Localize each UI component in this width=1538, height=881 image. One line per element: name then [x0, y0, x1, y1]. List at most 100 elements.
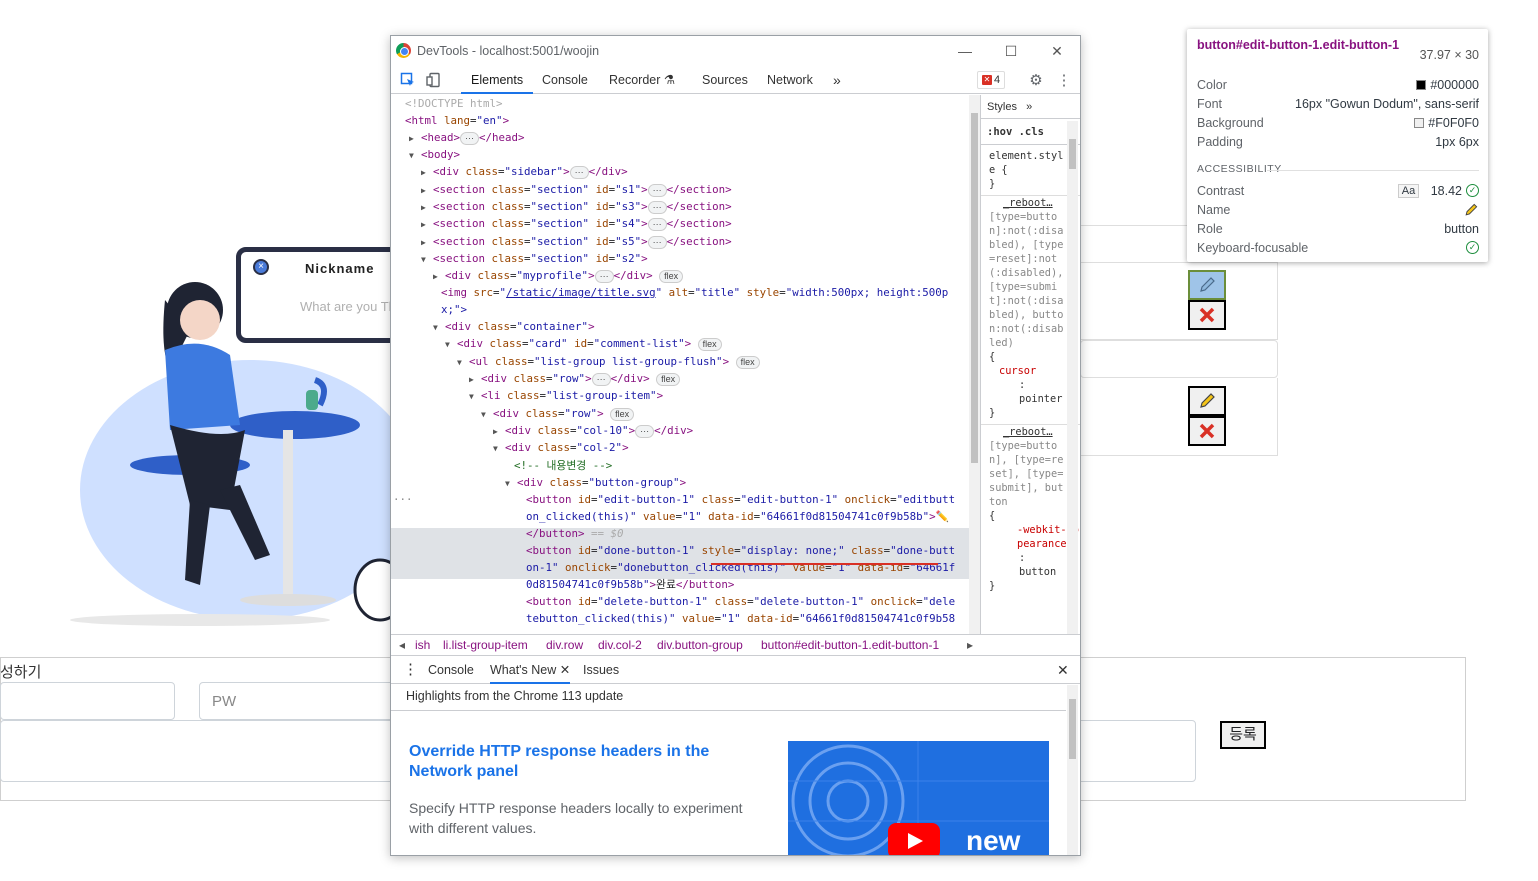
tab-styles[interactable]: Styles — [987, 101, 1017, 113]
ellipsis-badge[interactable]: ··· — [591, 373, 611, 386]
done-button-line[interactable]: <button id="done-button-1" style="displa… — [526, 542, 955, 559]
delete-button-line[interactable]: <button id="delete-button-1" class="dele… — [526, 593, 955, 610]
tab-network[interactable]: Network — [767, 66, 813, 94]
delete-button-line-2[interactable]: tebutton_clicked(this)" value="1" data-i… — [526, 610, 955, 627]
expand-arrow-icon[interactable]: ▶ — [493, 423, 505, 440]
drawer-menu-icon[interactable]: ⋮ — [403, 656, 418, 684]
feature-title-link[interactable]: Override HTTP response headers in the Ne… — [409, 742, 739, 782]
collapse-arrow-icon[interactable]: ▼ — [481, 406, 493, 423]
ellipsis-badge[interactable]: ··· — [647, 236, 667, 249]
li-line[interactable]: ▼ <li class="list-group-item"> — [469, 387, 663, 404]
styles-filter[interactable]: :hov .cls — [981, 119, 1080, 145]
row-line[interactable]: ▶ <div class="row"> ··· </div> flex — [469, 370, 681, 388]
collapse-arrow-icon[interactable]: ▼ — [457, 354, 469, 371]
drawer-tab-issues[interactable]: Issues — [583, 656, 619, 684]
flex-badge[interactable]: flex — [610, 408, 635, 421]
expand-arrow-icon[interactable]: ▶ — [421, 182, 433, 199]
ul-line[interactable]: ▼ <ul class="list-group list-group-flush"… — [457, 353, 760, 370]
drawer-tab-whats-new[interactable]: What's New ✕ — [490, 656, 571, 684]
expand-arrow-icon[interactable]: ▶ — [421, 199, 433, 216]
breadcrumb-item[interactable]: div.button-group — [657, 635, 743, 655]
pw-input[interactable]: PW — [199, 682, 399, 720]
close-tab-icon[interactable]: ✕ — [560, 663, 570, 677]
section-s5-line[interactable]: ▶ <section class="section" id="s5"> ··· </s… — [421, 233, 732, 250]
tab-console[interactable]: Console — [542, 66, 588, 94]
elements-scrollbar[interactable] — [969, 95, 980, 634]
body-line[interactable]: ▼ <body> — [409, 146, 460, 163]
breadcrumb-item[interactable]: li.list-group-item — [443, 635, 528, 655]
maximize-icon[interactable]: ☐ — [997, 41, 1025, 61]
more-panes-chevron-icon[interactable]: » — [1026, 101, 1032, 113]
inspect-element-icon[interactable] — [399, 71, 417, 89]
sidebar-line[interactable]: ▶ <div class="sidebar"> ··· </div> — [421, 163, 628, 180]
breadcrumb-item[interactable]: ish — [415, 635, 430, 655]
ellipsis-badge[interactable]: ··· — [647, 201, 667, 214]
close-icon[interactable]: ✕ — [1043, 41, 1071, 61]
device-toolbar-icon[interactable] — [425, 71, 443, 89]
breadcrumb-item-current[interactable]: button#edit-button-1.edit-button-1 — [761, 635, 939, 655]
button-group-line[interactable]: ▼ <div class="button-group"> — [505, 474, 686, 491]
drawer-scrollbar[interactable] — [1067, 685, 1078, 855]
breadcrumb-item[interactable]: div.col-2 — [598, 635, 642, 655]
edit-button-line-2[interactable]: on_clicked(this)" value="1" data-id="646… — [526, 508, 949, 525]
delete-button[interactable] — [1188, 300, 1226, 330]
collapse-arrow-icon[interactable]: ▼ — [445, 336, 457, 353]
collapse-arrow-icon[interactable]: ▼ — [409, 147, 421, 164]
html-line[interactable]: <html lang="en"> — [405, 112, 509, 129]
gear-icon[interactable]: ⚙ — [1027, 71, 1045, 89]
collapse-arrow-icon[interactable]: ▼ — [505, 475, 517, 492]
img-line[interactable]: <img src="/static/image/title.svg" alt="… — [441, 284, 948, 301]
section-s3-line[interactable]: ▶ <section class="section" id="s3"> ··· </s… — [421, 198, 732, 215]
edit-button[interactable] — [1188, 386, 1226, 416]
expand-arrow-icon[interactable]: ▶ — [409, 130, 421, 147]
edit-button-line[interactable]: <button id="edit-button-1" class="edit-b… — [526, 491, 955, 508]
expand-arrow-icon[interactable]: ▶ — [469, 371, 481, 388]
myprofile-line[interactable]: ▶ <div class="myprofile"> ··· </div> flex — [433, 267, 684, 285]
minimize-icon[interactable]: — — [951, 41, 979, 61]
comment-line[interactable]: <!-- 내용변경 --> — [514, 457, 612, 474]
flex-badge[interactable]: flex — [656, 373, 681, 386]
col10-line[interactable]: ▶ <div class="col-10"> ··· </div> — [493, 422, 693, 439]
collapse-arrow-icon[interactable]: ▼ — [493, 440, 505, 457]
breadcrumb-item[interactable]: div.row — [546, 635, 583, 655]
flex-badge[interactable]: flex — [659, 270, 684, 283]
rule-source-link[interactable]: _reboot… — [981, 195, 1080, 210]
flex-badge[interactable]: flex — [735, 356, 760, 369]
tab-sources[interactable]: Sources — [702, 66, 748, 94]
register-button[interactable]: 등록 — [1220, 721, 1266, 749]
edit-button-highlighted[interactable] — [1188, 270, 1226, 300]
edit-button-close-line[interactable]: </button> == $0 — [526, 525, 624, 542]
feature-video-thumbnail[interactable]: new — [788, 741, 1049, 855]
collapse-arrow-icon[interactable]: ▼ — [469, 388, 481, 405]
breadcrumb-scroll-right-icon[interactable]: ▸ — [967, 635, 973, 655]
section-s4-line[interactable]: ▶ <section class="section" id="s4"> ··· </s… — [421, 215, 732, 232]
more-tabs-chevron-icon[interactable]: » — [833, 66, 841, 94]
styles-scrollbar[interactable] — [1067, 121, 1078, 634]
expand-arrow-icon[interactable]: ▶ — [421, 164, 433, 181]
collapse-arrow-icon[interactable]: ▼ — [421, 251, 433, 268]
section-s2-line[interactable]: ▼ <section class="section" id="s2"> — [421, 250, 648, 267]
youtube-play-icon[interactable] — [888, 823, 940, 855]
head-line[interactable]: ▶ <head> ··· </head> — [409, 129, 525, 146]
expand-arrow-icon[interactable]: ▶ — [421, 216, 433, 233]
tab-elements[interactable]: Elements — [461, 66, 534, 94]
expand-arrow-icon[interactable]: ▶ — [433, 268, 445, 285]
css-property[interactable]: cursor — [999, 365, 1036, 377]
kebab-menu-icon[interactable]: ⋮ — [1055, 71, 1073, 89]
done-button-line-2[interactable]: on-1" onclick="donebutton_clicked(this)"… — [526, 559, 955, 576]
error-badge[interactable]: ✕ 4 — [977, 71, 1006, 89]
expand-arrow-icon[interactable]: ▶ — [421, 234, 433, 251]
collapse-arrow-icon[interactable]: ▼ — [433, 319, 445, 336]
doctype-line[interactable]: <!DOCTYPE html> — [405, 95, 503, 112]
flex-badge[interactable]: flex — [697, 338, 722, 351]
col2-line[interactable]: ▼ <div class="col-2"> — [493, 439, 629, 456]
delete-button[interactable] — [1188, 416, 1226, 446]
img-line-wrap[interactable]: x;"> — [441, 301, 467, 318]
ellipsis-badge[interactable]: ··· — [460, 132, 480, 145]
card-line[interactable]: ▼ <div class="card" id="comment-list"> fl… — [445, 335, 722, 352]
node-actions-ellipsis[interactable]: ··· — [393, 491, 413, 508]
ellipsis-badge[interactable]: ··· — [647, 218, 667, 231]
section-s1-line[interactable]: ▶ <section class="section" id="s1"> ··· </s… — [421, 181, 732, 198]
drawer-tab-console[interactable]: Console — [428, 656, 474, 684]
close-drawer-icon[interactable]: ✕ — [1057, 656, 1069, 684]
